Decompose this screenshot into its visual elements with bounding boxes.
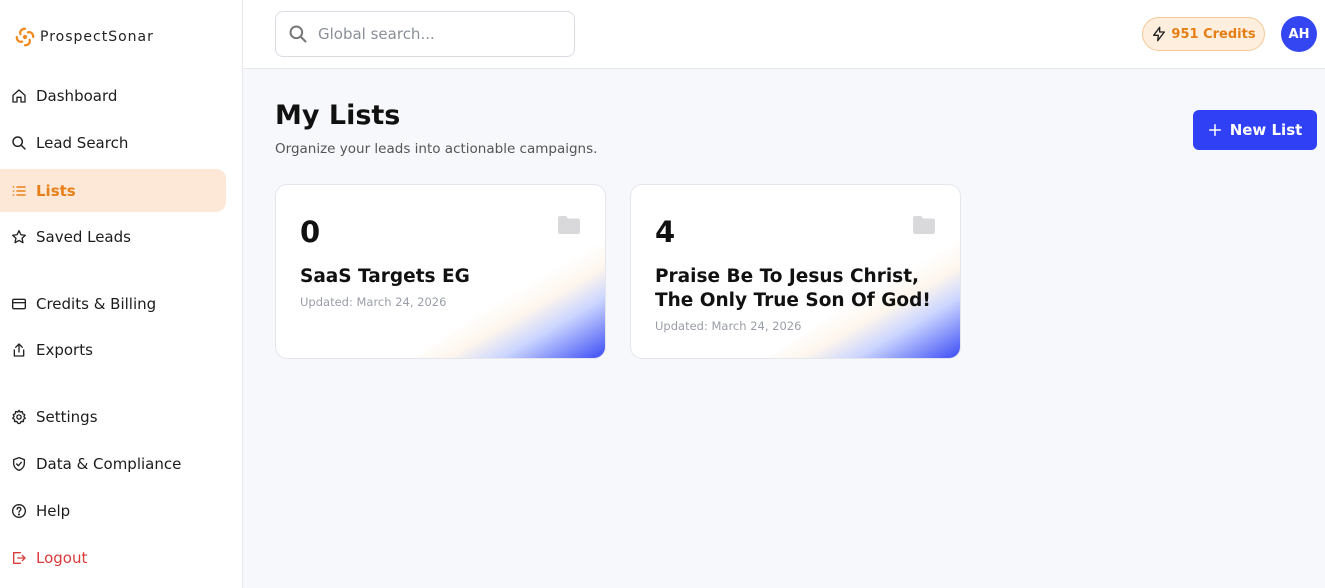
sidebar-item-label: Lead Search bbox=[36, 133, 129, 152]
sidebar-item-label: Saved Leads bbox=[36, 227, 131, 246]
sonar-logo-icon bbox=[15, 27, 35, 47]
sidebar-item-credits-billing[interactable]: Credits & Billing bbox=[0, 282, 226, 325]
credit-card-icon bbox=[10, 295, 28, 313]
list-name: SaaS Targets EG bbox=[300, 266, 470, 287]
export-icon bbox=[10, 341, 28, 359]
logout-icon bbox=[10, 549, 28, 567]
sidebar-item-label: Lists bbox=[36, 181, 76, 200]
sidebar-item-settings[interactable]: Settings bbox=[0, 395, 226, 438]
global-search[interactable] bbox=[275, 11, 575, 57]
sidebar-item-lists[interactable]: Lists bbox=[0, 169, 226, 212]
help-icon bbox=[10, 502, 28, 520]
home-icon bbox=[10, 87, 28, 105]
sidebar-item-label: Data & Compliance bbox=[36, 454, 182, 473]
list-card[interactable]: 4 Praise Be To Jesus Christ, The Only Tr… bbox=[630, 184, 961, 359]
sidebar-item-data-compliance[interactable]: Data & Compliance bbox=[0, 442, 226, 485]
search-icon bbox=[289, 25, 307, 43]
app-logo[interactable]: ProspectSonar bbox=[14, 25, 154, 49]
top-bar: 951 Credits AH bbox=[243, 0, 1325, 69]
plus-icon bbox=[1208, 123, 1221, 137]
sidebar-item-label: Exports bbox=[36, 340, 93, 359]
list-lead-count: 4 bbox=[655, 215, 676, 249]
folder-icon bbox=[913, 216, 935, 234]
sidebar-item-dashboard[interactable]: Dashboard bbox=[0, 74, 226, 117]
sidebar-item-lead-search[interactable]: Lead Search bbox=[0, 121, 226, 164]
logo-text: ProspectSonar bbox=[40, 29, 154, 45]
user-avatar[interactable]: AH bbox=[1281, 16, 1317, 52]
list-updated-date: Updated: March 24, 2026 bbox=[300, 295, 447, 309]
credits-badge[interactable]: 951 Credits bbox=[1142, 17, 1265, 51]
lightning-icon bbox=[1153, 26, 1166, 42]
search-input[interactable] bbox=[318, 25, 558, 43]
list-name: Praise Be To Jesus Christ, The Only True… bbox=[655, 266, 931, 311]
sidebar-item-help[interactable]: Help bbox=[0, 489, 226, 532]
folder-icon bbox=[558, 216, 580, 234]
list-lead-count: 0 bbox=[300, 215, 321, 249]
sidebar-item-exports[interactable]: Exports bbox=[0, 328, 226, 371]
gear-icon bbox=[10, 408, 28, 426]
list-icon bbox=[10, 182, 28, 200]
sidebar-item-label: Settings bbox=[36, 407, 98, 426]
list-card[interactable]: 0 SaaS Targets EG Updated: March 24, 202… bbox=[275, 184, 606, 359]
credits-label: 951 Credits bbox=[1171, 26, 1256, 42]
card-gradient bbox=[415, 228, 605, 358]
new-list-button[interactable]: New List bbox=[1193, 110, 1317, 150]
sidebar-item-logout[interactable]: Logout bbox=[0, 536, 226, 579]
shield-icon bbox=[10, 455, 28, 473]
sidebar-item-label: Help bbox=[36, 501, 71, 520]
list-updated-date: Updated: March 24, 2026 bbox=[655, 319, 802, 333]
page-title: My Lists bbox=[275, 100, 401, 131]
sidebar-item-label: Credits & Billing bbox=[36, 294, 157, 313]
star-icon bbox=[10, 228, 28, 246]
search-icon bbox=[10, 134, 28, 152]
sidebar-item-label: Dashboard bbox=[36, 86, 118, 105]
sidebar: ProspectSonar Dashboard Lead Search List… bbox=[0, 0, 243, 588]
page-subtitle: Organize your leads into actionable camp… bbox=[275, 141, 598, 157]
sidebar-item-saved-leads[interactable]: Saved Leads bbox=[0, 215, 226, 258]
sidebar-item-label: Logout bbox=[36, 548, 88, 567]
new-list-label: New List bbox=[1229, 121, 1303, 139]
